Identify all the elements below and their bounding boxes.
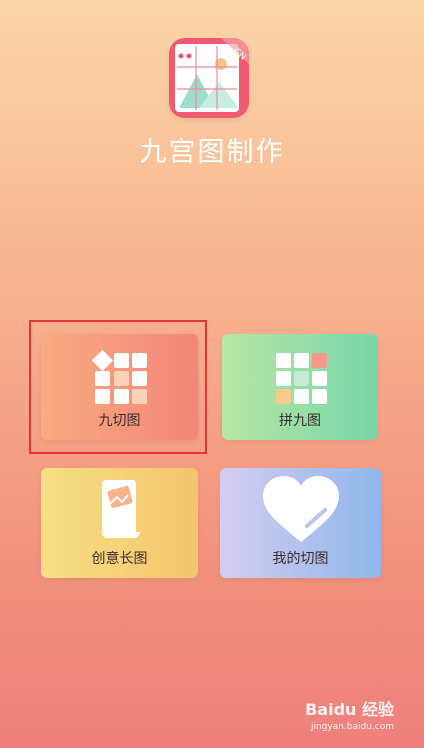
heart-icon <box>262 476 339 542</box>
app-logo-icon: CN <box>175 38 249 112</box>
splice-nine-button[interactable]: 拼九图 <box>222 334 378 440</box>
nine-cut-button[interactable]: 九切图 <box>41 334 198 440</box>
baidu-watermark: Baidu 经验 jingyan.baidu.com <box>305 696 394 732</box>
long-image-button[interactable]: 创意长图 <box>41 468 198 578</box>
my-cuts-label: 我的切图 <box>272 551 329 567</box>
app-logo: CN <box>169 38 249 118</box>
splice-nine-label: 拼九图 <box>279 413 321 429</box>
grid-cut-icon <box>91 349 147 404</box>
nine-cut-label: 九切图 <box>98 413 141 429</box>
long-image-label: 创意长图 <box>91 551 148 567</box>
long-image-icon <box>101 480 140 538</box>
watermark-brand: Baidu 经验 <box>305 700 394 719</box>
watermark-url: jingyan.baidu.com <box>310 722 394 732</box>
grid-splice-icon <box>276 353 327 404</box>
app-title: 九宫图制作 <box>139 137 285 168</box>
my-cuts-button[interactable]: 我的切图 <box>220 468 381 578</box>
